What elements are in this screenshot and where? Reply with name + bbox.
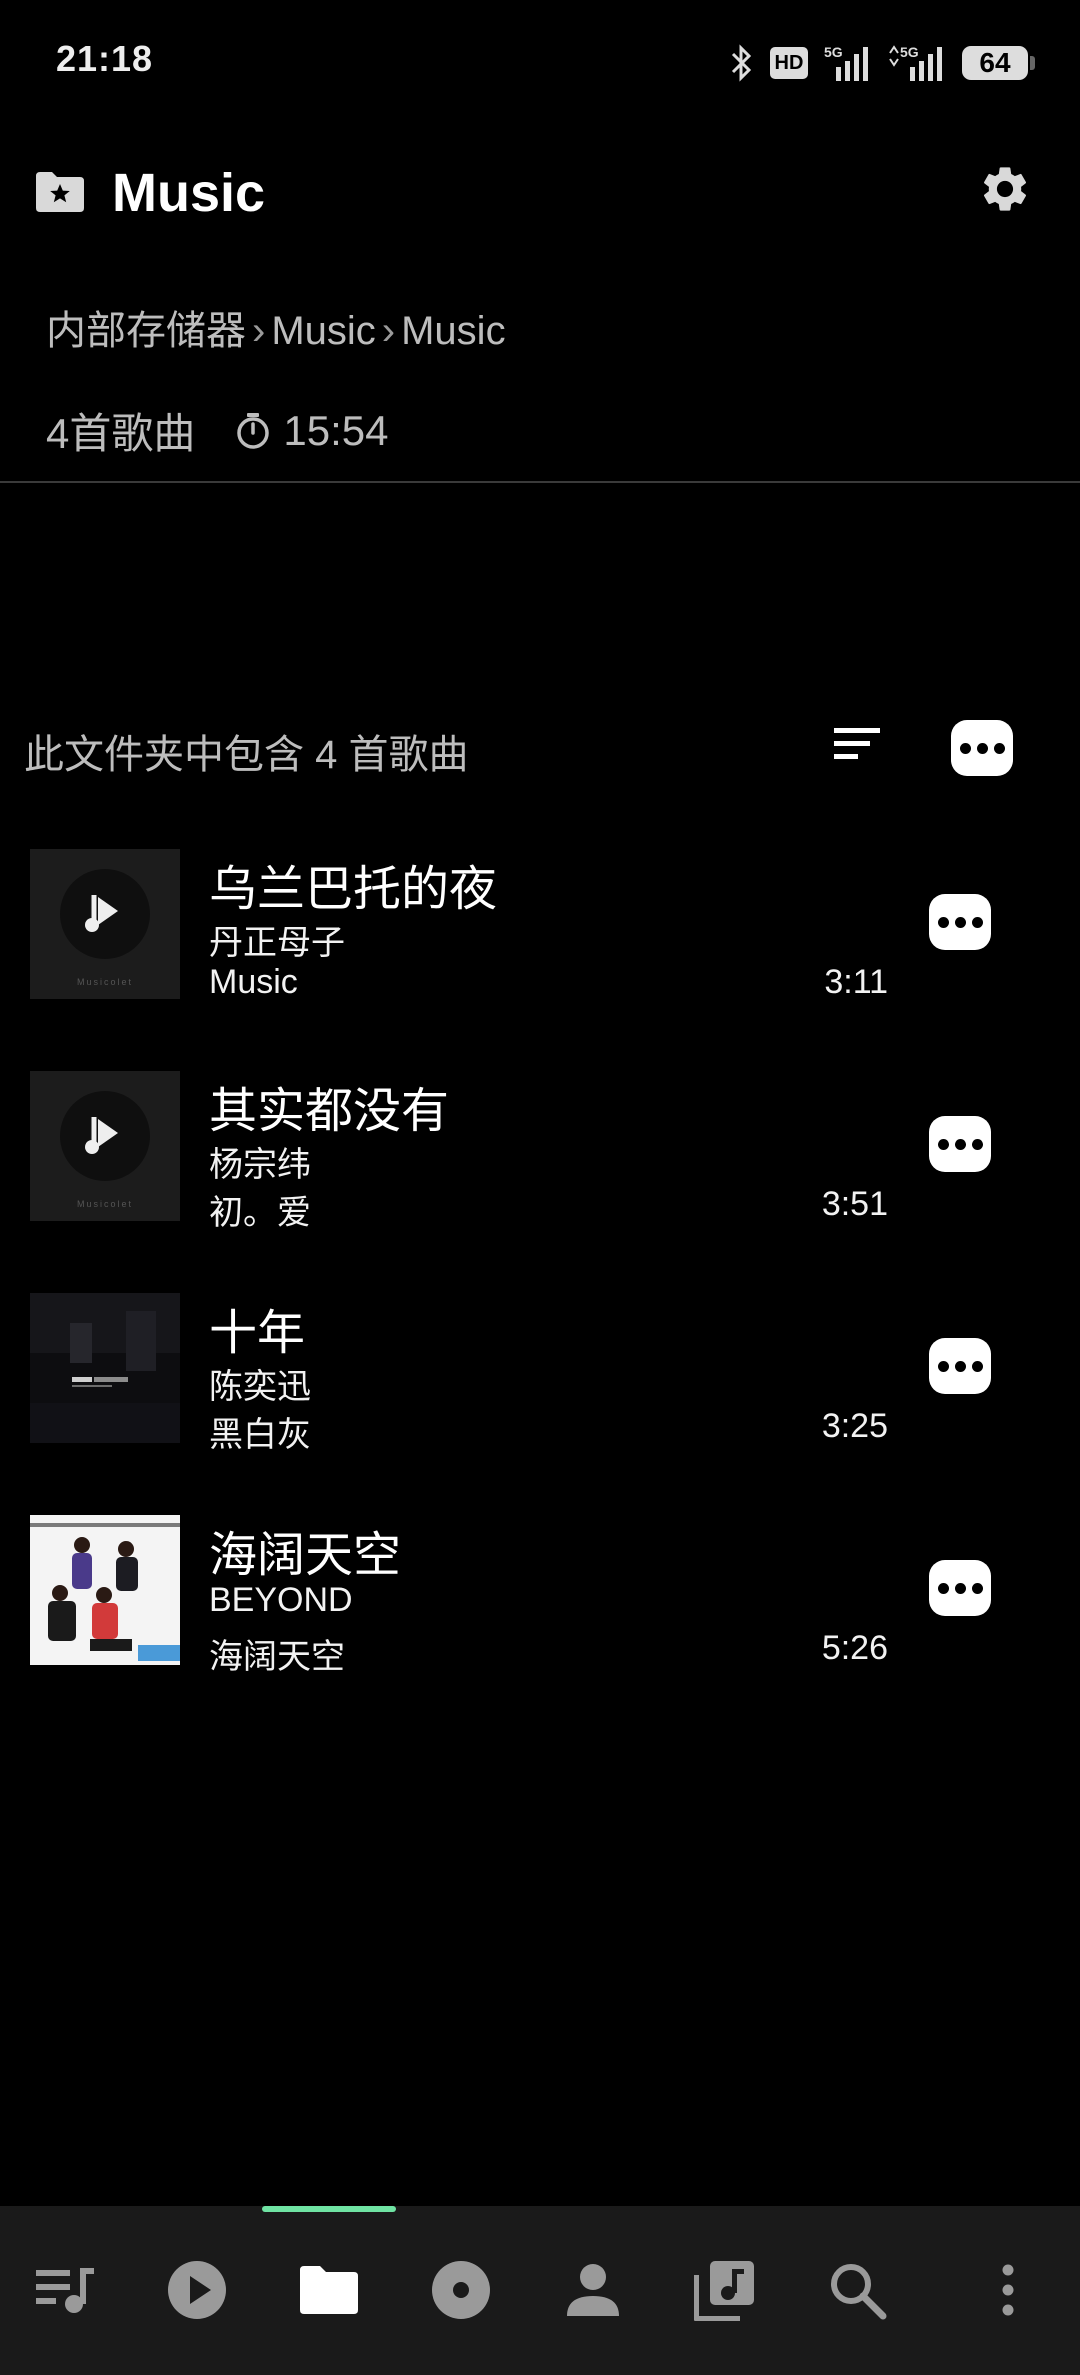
- folder-more-button[interactable]: [951, 720, 1013, 776]
- person-icon: [567, 2264, 619, 2316]
- song-album: Music: [209, 963, 298, 1001]
- folder-star-icon: [36, 172, 84, 212]
- list-item[interactable]: 十年 陈奕迅 黑白灰 3:25: [0, 1293, 1080, 1515]
- song-title: 海阔天空: [209, 1529, 402, 1582]
- nav-now-playing[interactable]: [157, 2258, 237, 2322]
- song-more-button[interactable]: [929, 1560, 991, 1616]
- art-watermark: Musicolet: [76, 977, 133, 987]
- album-art: [30, 1293, 180, 1443]
- song-album: 黑白灰: [209, 1416, 311, 1454]
- song-artist: 陈奕迅: [209, 1368, 311, 1406]
- album-cover-group-photo: [30, 1515, 180, 1665]
- nav-queue[interactable]: [25, 2258, 105, 2322]
- song-title: 乌兰巴托的夜: [209, 863, 498, 916]
- playlist-icon: [36, 2268, 94, 2313]
- list-item[interactable]: 海阔天空 BEYOND 海阔天空 5:26: [0, 1515, 1080, 1737]
- song-title: 其实都没有: [209, 1085, 450, 1138]
- hd-icon: HD: [770, 47, 808, 79]
- header-divider: [0, 481, 1080, 483]
- disc-icon: [432, 2261, 490, 2319]
- song-album: 海阔天空: [209, 1638, 345, 1676]
- breadcrumb: 内部存储器 › Music › Music: [46, 298, 506, 356]
- song-count: 4首歌曲: [46, 410, 196, 457]
- nav-albums[interactable]: [421, 2258, 501, 2322]
- song-album: 初。爱: [209, 1194, 311, 1232]
- bluetooth-icon: [731, 44, 752, 82]
- folder-song-count: 此文件夹中包含 4 首歌曲: [24, 733, 469, 777]
- gear-icon[interactable]: [978, 162, 1032, 216]
- song-more-button[interactable]: [929, 894, 991, 950]
- folder-summary: 4首歌曲 15:54: [46, 400, 388, 461]
- nav-folders[interactable]: [289, 2258, 369, 2322]
- song-more-button[interactable]: [929, 1338, 991, 1394]
- signal-icon: 5G: [889, 44, 942, 81]
- breadcrumb-separator: ›: [252, 309, 266, 353]
- song-more-button[interactable]: [929, 1116, 991, 1172]
- music-note-play-icon: [85, 895, 118, 932]
- sort-icon[interactable]: [832, 724, 884, 764]
- timer-icon: [237, 412, 270, 449]
- album-cover-dark: [30, 1293, 180, 1443]
- search-icon: [831, 2264, 887, 2320]
- svg-text:5G: 5G: [824, 44, 843, 60]
- album-art: Musicolet: [30, 849, 180, 999]
- art-watermark: Musicolet: [76, 1199, 133, 1209]
- song-artist: 杨宗纬: [209, 1146, 311, 1184]
- album-art: Musicolet: [30, 1071, 180, 1221]
- song-duration: 3:51: [821, 1185, 888, 1223]
- breadcrumb-item[interactable]: Music: [271, 309, 375, 353]
- list-item[interactable]: Musicolet 乌兰巴托的夜 丹正母子 Music 3:11: [0, 849, 1080, 1071]
- song-duration: 5:26: [821, 1629, 888, 1667]
- nav-search[interactable]: [817, 2258, 897, 2322]
- folder-icon: [300, 2266, 358, 2314]
- breadcrumb-item[interactable]: 内部存储器: [46, 309, 246, 353]
- song-title: 十年: [209, 1307, 306, 1360]
- music-note-play-icon: [85, 1117, 118, 1154]
- song-artist: 丹正母子: [209, 924, 345, 962]
- signal-icon: 5G: [824, 44, 868, 81]
- music-library-icon: [694, 2261, 754, 2321]
- status-time: 21:18: [56, 38, 154, 79]
- nav-library[interactable]: [685, 2258, 765, 2322]
- song-artist: BEYOND: [209, 1581, 353, 1619]
- breadcrumb-item[interactable]: Music: [401, 309, 505, 353]
- breadcrumb-separator: ›: [381, 309, 396, 353]
- svg-text:5G: 5G: [900, 44, 919, 60]
- more-vert-icon: [1002, 2264, 1014, 2316]
- nav-more[interactable]: [968, 2258, 1048, 2322]
- song-duration: 3:11: [824, 963, 888, 1001]
- song-duration: 3:25: [821, 1407, 888, 1445]
- album-art: [30, 1515, 180, 1665]
- play-circle-icon: [168, 2261, 226, 2319]
- battery-icon: 64: [962, 46, 1035, 80]
- nav-artists[interactable]: [553, 2258, 633, 2322]
- status-icons: HD 5G 5G 64: [730, 40, 1035, 86]
- active-tab-indicator: [262, 2206, 396, 2212]
- list-item[interactable]: Musicolet 其实都没有 杨宗纬 初。爱 3:51: [0, 1071, 1080, 1293]
- page-title: Music: [112, 163, 266, 223]
- total-duration: 15:54: [283, 406, 389, 454]
